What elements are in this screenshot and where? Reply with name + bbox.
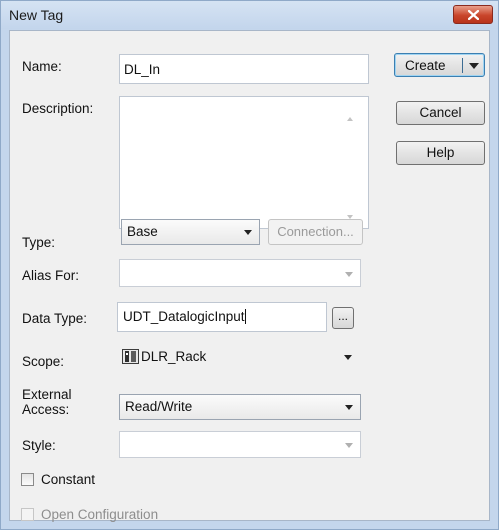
type-select[interactable]: Base [121, 219, 260, 245]
data-type-input[interactable]: UDT_DatalogicInput [117, 302, 327, 332]
constant-checkbox[interactable] [21, 473, 34, 486]
description-textarea[interactable] [119, 96, 369, 229]
dialog-client-area: Name: DL_In Description: Type: Base Conn… [9, 30, 490, 522]
name-input[interactable]: DL_In [119, 54, 369, 84]
cancel-button[interactable]: Cancel [396, 101, 485, 125]
title-bar[interactable]: New Tag [1, 1, 498, 29]
chevron-down-icon [345, 272, 353, 277]
type-value: Base [127, 224, 158, 239]
data-type-label: Data Type: [22, 311, 88, 326]
description-label: Description: [22, 101, 94, 116]
close-button[interactable] [453, 5, 493, 24]
alias-for-label: Alias For: [22, 268, 80, 283]
external-access-label-line1: External [22, 387, 72, 402]
type-label: Type: [22, 235, 56, 250]
scope-label: Scope: [22, 354, 65, 369]
data-type-text: UDT_DatalogicInput [123, 309, 246, 324]
chevron-down-icon [345, 443, 353, 448]
text-caret [244, 309, 246, 324]
new-tag-dialog: New Tag Name: DL_In Description: Type: B… [0, 0, 499, 530]
alias-for-select[interactable] [119, 259, 361, 287]
external-access-label-line2: Access: [22, 402, 70, 417]
close-icon [468, 10, 479, 20]
create-dropdown-chevron-icon[interactable] [469, 63, 479, 69]
open-configuration-checkbox[interactable] [21, 508, 34, 521]
create-button-label[interactable]: Create [405, 58, 446, 73]
style-label: Style: [22, 438, 56, 453]
scroll-up-icon[interactable] [347, 117, 353, 121]
split-divider [462, 58, 463, 73]
name-label: Name: [22, 59, 62, 74]
create-split-button[interactable]: Create [394, 53, 485, 77]
name-value: DL_In [124, 62, 161, 77]
controller-icon [122, 349, 139, 364]
open-configuration-label: Open Configuration [41, 507, 159, 522]
style-select[interactable] [119, 431, 361, 458]
chevron-down-icon [344, 355, 352, 360]
external-access-value: Read/Write [125, 399, 193, 414]
data-type-value: UDT_DatalogicInput [123, 309, 245, 324]
chevron-down-icon [244, 230, 252, 235]
browse-data-type-button[interactable]: ... [332, 307, 354, 329]
constant-label: Constant [41, 472, 96, 487]
window-title: New Tag [9, 7, 64, 23]
scope-select[interactable]: DLR_Rack [119, 344, 361, 370]
external-access-select[interactable]: Read/Write [119, 394, 361, 420]
chevron-down-icon [345, 405, 353, 410]
connection-button[interactable]: Connection... [268, 219, 363, 245]
scope-value: DLR_Rack [141, 349, 207, 364]
help-button[interactable]: Help [396, 141, 485, 165]
